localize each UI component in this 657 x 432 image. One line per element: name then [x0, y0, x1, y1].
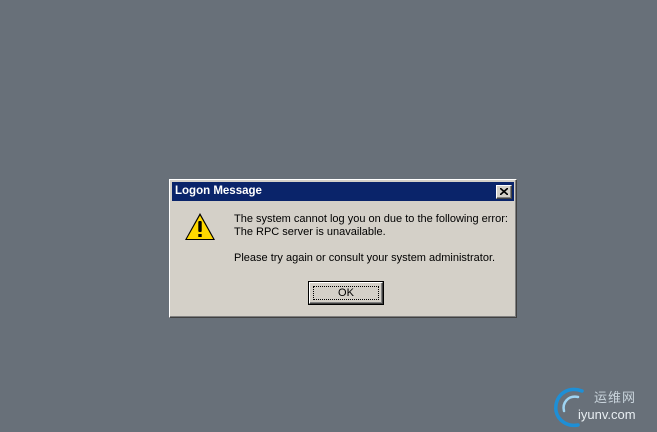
error-message: The system cannot log you on due to the … [234, 213, 516, 265]
swirl-logo-icon [554, 387, 584, 428]
title-bar[interactable]: Logon Message [172, 182, 514, 201]
ok-button-label: OK [338, 287, 354, 299]
watermark: 运维网 iyunv.com [552, 383, 656, 429]
close-icon [500, 188, 508, 195]
hint-text: Please try again or consult your system … [234, 252, 496, 264]
close-button[interactable] [496, 184, 512, 199]
message-line: The RPC server is unavailable. [234, 226, 386, 238]
dialog-title: Logon Message [175, 185, 262, 197]
dialog-body: The system cannot log you on due to the … [172, 201, 514, 315]
ok-button[interactable]: OK [308, 281, 384, 305]
message-line: The system cannot log you on due to the … [234, 213, 508, 225]
watermark-en-text: iyunv.com [578, 407, 636, 422]
warning-icon [185, 213, 215, 240]
logon-message-dialog: Logon Message The system cannot log you … [169, 179, 517, 318]
watermark-cn-text: 运维网 [594, 391, 637, 406]
